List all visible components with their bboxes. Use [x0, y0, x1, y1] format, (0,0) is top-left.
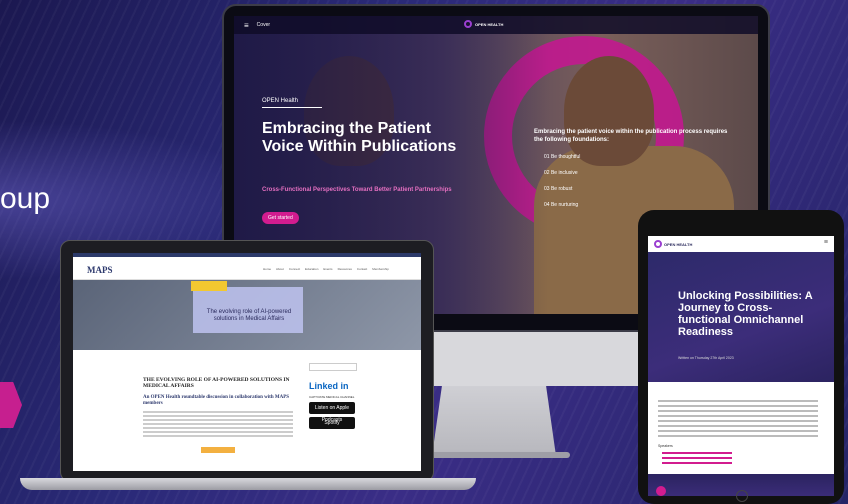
apple-podcasts-badge[interactable]: Listen on Apple Podcasts — [309, 402, 355, 423]
foundation-item: 01 Be thoughtful — [544, 154, 581, 160]
foundation-item: 04 Be nurturing — [544, 202, 579, 208]
speakers-list — [662, 452, 772, 467]
sidebar-section-label: CAPTIVATE MEDICAL CHANNEL — [309, 395, 355, 399]
laptop-nav: Home About Connect Education Events Reso… — [263, 267, 389, 271]
tablet-date: Written on Thursday 27th April 2023 — [678, 356, 734, 360]
speakers-label: Speakers — [658, 444, 673, 448]
foundations-list: 01 Be thoughtful 02 Be inclusive 03 Be r… — [544, 154, 580, 218]
tablet-title: Unlocking Possibilities: A Journey to Cr… — [678, 290, 813, 338]
laptop-screen: MAPS Home About Connect Education Events… — [73, 253, 421, 471]
maps-logo[interactable]: MAPS — [87, 265, 113, 275]
article-title: THE EVOLVING ROLE OF AI-POWERED SOLUTION… — [143, 377, 290, 389]
chat-icon[interactable] — [656, 486, 666, 496]
tablet-screen: OPEN HEALTH ≡ Unlocking Possibilities: A… — [648, 236, 834, 496]
nav-item[interactable]: About — [276, 267, 284, 271]
brand-logo[interactable]: OPEN HEALTH — [464, 20, 503, 28]
banner-headline: The evolving role of AI-powered solution… — [206, 309, 292, 322]
laptop-base — [20, 478, 476, 490]
apple-logo-icon — [480, 338, 504, 362]
site-nav: ≡ Cover OPEN HEALTH — [234, 16, 758, 34]
menu-icon[interactable]: ≡ — [244, 21, 249, 30]
search-input[interactable] — [309, 363, 357, 371]
article-body — [143, 411, 293, 439]
imac-stand-foot — [418, 452, 570, 458]
banner-pill — [191, 281, 227, 291]
nav-item[interactable]: Home — [263, 267, 271, 271]
article-button[interactable] — [201, 447, 235, 453]
open-health-logo-icon — [654, 240, 662, 248]
imac-stand — [432, 386, 556, 456]
hero-subtitle: Cross-Functional Perspectives Toward Bet… — [262, 187, 452, 193]
article-subtitle: An OPEN Health roundtable discussion in … — [143, 395, 290, 406]
foundation-item: 03 Be robust — [544, 186, 573, 192]
cover-link[interactable]: Cover — [257, 22, 270, 28]
open-health-logo-icon — [464, 20, 472, 28]
spotify-badge[interactable]: Spotify — [309, 417, 355, 429]
tablet-header: OPEN HEALTH ≡ — [648, 236, 834, 252]
tablet-frame: OPEN HEALTH ≡ Unlocking Possibilities: A… — [638, 210, 844, 504]
tablet-brand: OPEN HEALTH — [664, 241, 693, 247]
brand-name: OPEN HEALTH — [475, 21, 504, 27]
nav-item[interactable]: Education — [305, 267, 318, 271]
hero-kicker: OPEN Health — [262, 98, 322, 108]
menu-icon[interactable]: ≡ — [824, 239, 828, 246]
nav-item[interactable]: Membership — [372, 267, 389, 271]
laptop-frame: MAPS Home About Connect Education Events… — [60, 240, 434, 482]
hero-title: Embracing the Patient Voice Within Publi… — [262, 120, 457, 155]
tablet-body — [658, 400, 818, 440]
linkedin-icon[interactable]: Linked in — [309, 381, 359, 391]
nav-item[interactable]: Resources — [338, 267, 352, 271]
laptop-sidebar: Linked in CAPTIVATE MEDICAL CHANNEL List… — [309, 363, 359, 429]
home-button[interactable] — [736, 490, 748, 502]
laptop-header: MAPS Home About Connect Education Events… — [73, 257, 421, 280]
nav-item[interactable]: Connect — [289, 267, 300, 271]
nav-item[interactable]: Events — [323, 267, 332, 271]
tablet-logo[interactable]: OPEN HEALTH — [654, 240, 692, 248]
get-started-button[interactable]: Get started — [262, 212, 299, 224]
nav-item[interactable]: Contact — [357, 267, 367, 271]
left-partial-text: oup — [0, 182, 51, 215]
foundation-item: 02 Be inclusive — [544, 170, 578, 176]
foundations-intro: Embracing the patient voice within the p… — [534, 129, 728, 143]
